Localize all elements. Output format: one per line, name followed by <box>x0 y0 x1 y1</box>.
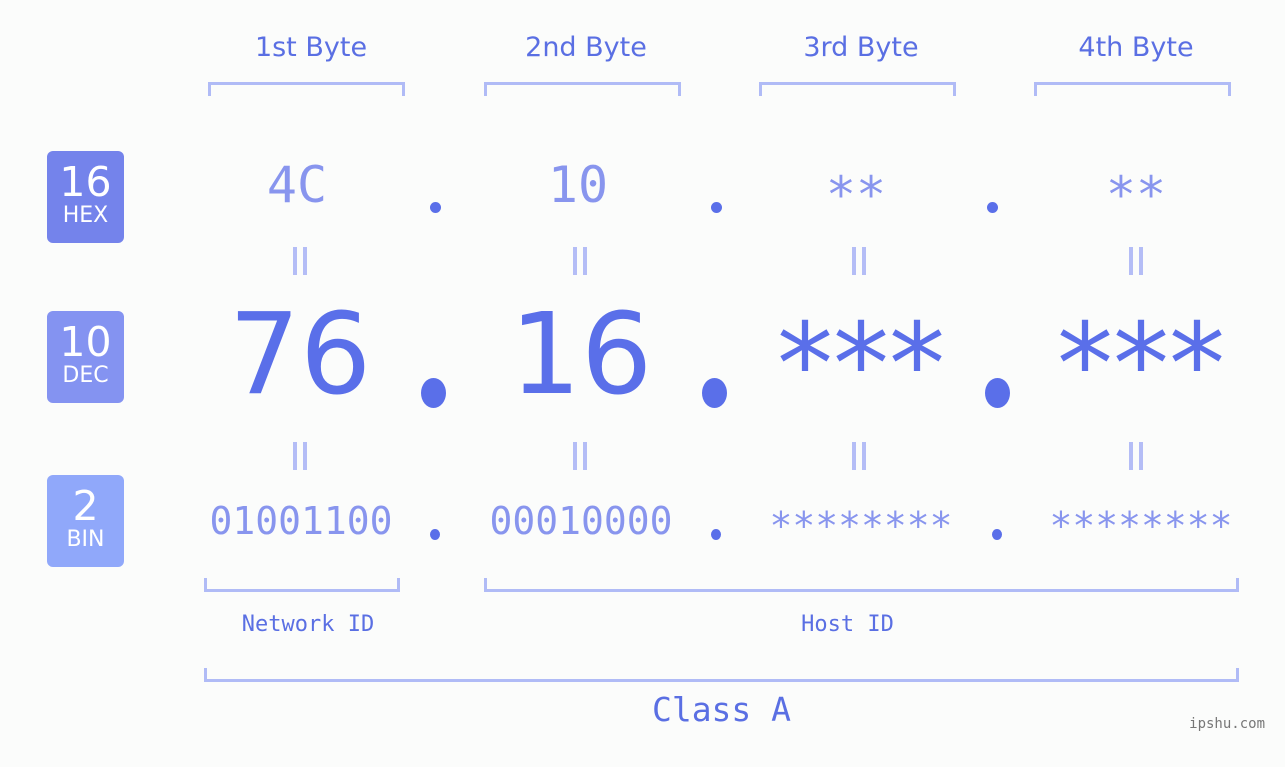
bin-badge-number: 2 <box>72 482 99 530</box>
network-id-bracket <box>204 578 400 592</box>
equals-icon <box>1127 247 1145 275</box>
byte-header-4: 4th Byte <box>1078 32 1194 63</box>
bin-badge: 2 BIN <box>47 475 124 567</box>
dec-separator-dot <box>985 378 1010 408</box>
bin-badge-label: BIN <box>66 527 105 552</box>
hex-badge-label: HEX <box>62 203 109 228</box>
hex-value-4: ** <box>1105 166 1167 224</box>
equals-icon <box>571 442 589 470</box>
byte-header-3: 3rd Byte <box>803 32 919 63</box>
dec-value-2: 16 <box>509 290 653 420</box>
dec-badge-number: 10 <box>59 318 112 366</box>
watermark: ipshu.com <box>1189 716 1265 732</box>
dec-value-1: 76 <box>228 290 372 420</box>
equals-icon <box>291 442 309 470</box>
equals-icon <box>850 442 868 470</box>
dec-separator-dot <box>421 378 446 408</box>
equals-icon <box>1127 442 1145 470</box>
hex-value-2: 10 <box>547 156 609 214</box>
bin-separator-dot <box>992 529 1002 540</box>
bin-value-1: 01001100 <box>209 499 393 543</box>
hex-value-3: ** <box>825 166 887 224</box>
host-id-bracket <box>484 578 1239 592</box>
dec-badge: 10 DEC <box>47 311 124 403</box>
hex-badge: 16 HEX <box>47 151 124 243</box>
byte-bracket-1 <box>208 82 405 96</box>
bin-separator-dot <box>430 529 440 540</box>
hex-separator-dot <box>711 202 722 213</box>
equals-icon <box>850 247 868 275</box>
dec-value-3: *** <box>777 300 945 430</box>
bin-value-2: 00010000 <box>489 499 673 543</box>
equals-icon <box>291 247 309 275</box>
byte-bracket-2 <box>484 82 681 96</box>
hex-badge-number: 16 <box>59 158 112 206</box>
byte-header-1: 1st Byte <box>254 32 368 63</box>
dec-badge-label: DEC <box>62 363 109 388</box>
hex-value-1: 4C <box>266 156 328 214</box>
bin-value-3: ******** <box>769 504 953 548</box>
dec-value-4: *** <box>1057 300 1225 430</box>
byte-bracket-4 <box>1034 82 1231 96</box>
network-id-label: Network ID <box>241 612 375 637</box>
class-bracket <box>204 668 1239 682</box>
byte-header-2: 2nd Byte <box>525 32 647 63</box>
byte-bracket-3 <box>759 82 956 96</box>
hex-separator-dot <box>987 202 998 213</box>
class-label: Class A <box>651 690 792 729</box>
hex-separator-dot <box>430 202 441 213</box>
bin-separator-dot <box>711 529 721 540</box>
dec-separator-dot <box>702 378 727 408</box>
host-id-label: Host ID <box>801 612 894 637</box>
equals-icon <box>571 247 589 275</box>
bin-value-4: ******** <box>1049 504 1233 548</box>
